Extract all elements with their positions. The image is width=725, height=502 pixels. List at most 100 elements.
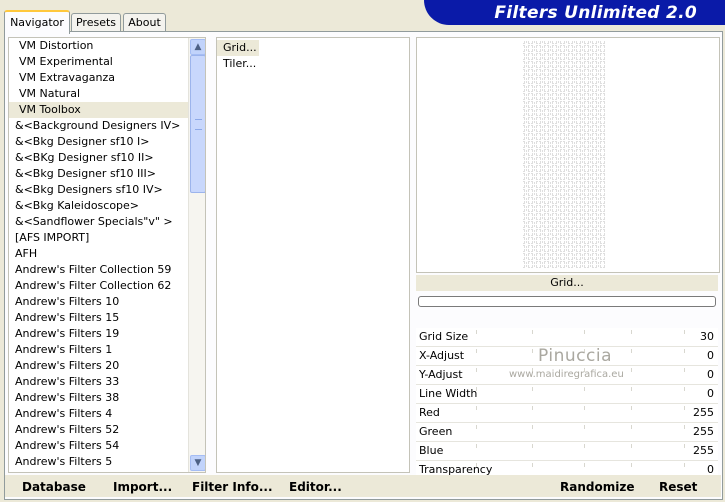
category-item[interactable]: Andrew's Filters 19 [9, 326, 205, 342]
pattern-cell [531, 177, 538, 184]
pattern-cell [563, 177, 570, 184]
category-list[interactable]: VM Distortion VM Experimental VM Extravaga… [8, 37, 206, 473]
pattern-cell [547, 81, 554, 88]
tab-presets[interactable]: Presets [71, 13, 121, 32]
pattern-cell [523, 241, 530, 248]
param-tick [476, 368, 477, 372]
category-item[interactable]: [AFS IMPORT] [9, 230, 205, 246]
param-row[interactable]: Red 255 [416, 404, 718, 423]
pattern-cell [563, 121, 570, 128]
pattern-cell [587, 257, 594, 264]
category-item[interactable]: VM Natural [9, 86, 205, 102]
editor-button[interactable]: Editor... [289, 479, 342, 495]
pattern-cell [523, 153, 530, 160]
pattern-cell [595, 129, 602, 136]
category-item[interactable]: Andrew's Filters 10 [9, 294, 205, 310]
category-item[interactable]: &<Background Designers IV> [9, 118, 205, 134]
category-item[interactable]: VM Distortion [9, 38, 205, 54]
pattern-cell [587, 233, 594, 240]
pattern-cell [579, 113, 586, 120]
category-item[interactable]: Andrew's Filters 1 [9, 342, 205, 358]
pattern-cell [547, 209, 554, 216]
pattern-cell [563, 113, 570, 120]
category-item[interactable]: Andrew's Filter Collection 59 [9, 262, 205, 278]
pattern-cell [523, 225, 530, 232]
pattern-cell [547, 89, 554, 96]
scroll-thumb[interactable] [190, 55, 205, 193]
category-item[interactable]: &<BKg Designer sf10 II> [9, 150, 205, 166]
pattern-cell [579, 225, 586, 232]
category-item[interactable]: AFH [9, 246, 205, 262]
category-item[interactable]: Andrew's Filters 52 [9, 422, 205, 438]
category-item[interactable]: &<Bkg Designer sf10 III> [9, 166, 205, 182]
pattern-cell [595, 137, 602, 144]
pattern-cell [531, 249, 538, 256]
category-item[interactable]: Andrew's Filters 15 [9, 310, 205, 326]
pattern-cell [555, 233, 562, 240]
category-item[interactable]: Andrew's Filters 4 [9, 406, 205, 422]
pattern-cell [587, 145, 594, 152]
category-item[interactable]: Andrew's Filters 20 [9, 358, 205, 374]
pattern-cell [555, 201, 562, 208]
pattern-cell [595, 185, 602, 192]
category-item[interactable]: &<Sandflower Specials"v" > [9, 214, 205, 230]
pattern-cell [571, 209, 578, 216]
pattern-cell [531, 105, 538, 112]
category-item[interactable]: Andrew's Filter Collection 62 [9, 278, 205, 294]
category-item[interactable]: Andrew's Filters 33 [9, 374, 205, 390]
pattern-cell [571, 241, 578, 248]
pattern-cell [587, 89, 594, 96]
tab-navigator[interactable]: Navigator [4, 10, 70, 34]
pattern-cell [531, 201, 538, 208]
pattern-cell [587, 209, 594, 216]
pattern-cell [555, 257, 562, 264]
pattern-cell [579, 81, 586, 88]
pattern-cell [603, 41, 605, 48]
pattern-cell [555, 193, 562, 200]
pattern-cell [555, 113, 562, 120]
database-button[interactable]: Database [22, 479, 86, 495]
filter-item[interactable]: Grid... [217, 40, 259, 56]
pattern-cell [555, 97, 562, 104]
pattern-cell [531, 241, 538, 248]
pattern-cell [531, 225, 538, 232]
category-item[interactable]: VM Toolbox [9, 102, 205, 118]
filter-info-button[interactable]: Filter Info... [192, 479, 273, 495]
pattern-cell [523, 209, 530, 216]
category-item[interactable]: Andrew's Filters 38 [9, 390, 205, 406]
filter-item[interactable]: Tiler... [217, 56, 259, 72]
param-row[interactable]: Grid Size 30 [416, 328, 718, 347]
pattern-cell [539, 129, 546, 136]
pattern-cell [603, 81, 605, 88]
pattern-cell [539, 41, 546, 48]
param-row[interactable]: Line Width 0 [416, 385, 718, 404]
pattern-cell [563, 225, 570, 232]
tab-about[interactable]: About [123, 13, 166, 32]
pattern-cell [547, 105, 554, 112]
param-row[interactable]: Green 255 [416, 423, 718, 442]
filter-list[interactable]: Grid... Tiler... [216, 37, 410, 473]
randomize-button[interactable]: Randomize [560, 479, 634, 495]
category-item[interactable]: &<Bkg Designers sf10 IV> [9, 182, 205, 198]
category-item[interactable]: &<Bkg Designer sf10 I> [9, 134, 205, 150]
category-item[interactable]: Andrew's Filters 54 [9, 438, 205, 454]
pattern-cell [523, 81, 530, 88]
category-item[interactable]: VM Experimental [9, 54, 205, 70]
category-item[interactable]: Andrew's Filters 5 [9, 454, 205, 470]
param-tick [532, 463, 533, 467]
pattern-cell [547, 225, 554, 232]
pattern-cell [595, 89, 602, 96]
category-scrollbar[interactable]: ▲ ▼ [188, 38, 205, 472]
scroll-down-button[interactable]: ▼ [190, 455, 205, 471]
pattern-cell [579, 121, 586, 128]
import-button[interactable]: Import... [113, 479, 172, 495]
scroll-up-button[interactable]: ▲ [190, 39, 205, 55]
category-item[interactable]: VM Extravaganza [9, 70, 205, 86]
param-label: X-Adjust [419, 349, 465, 362]
pattern-cell [547, 201, 554, 208]
reset-button[interactable]: Reset [659, 479, 697, 495]
category-item[interactable]: &<Bkg Kaleidoscope> [9, 198, 205, 214]
param-row[interactable]: Blue 255 [416, 442, 718, 461]
pattern-cell [547, 241, 554, 248]
pattern-cell [571, 105, 578, 112]
